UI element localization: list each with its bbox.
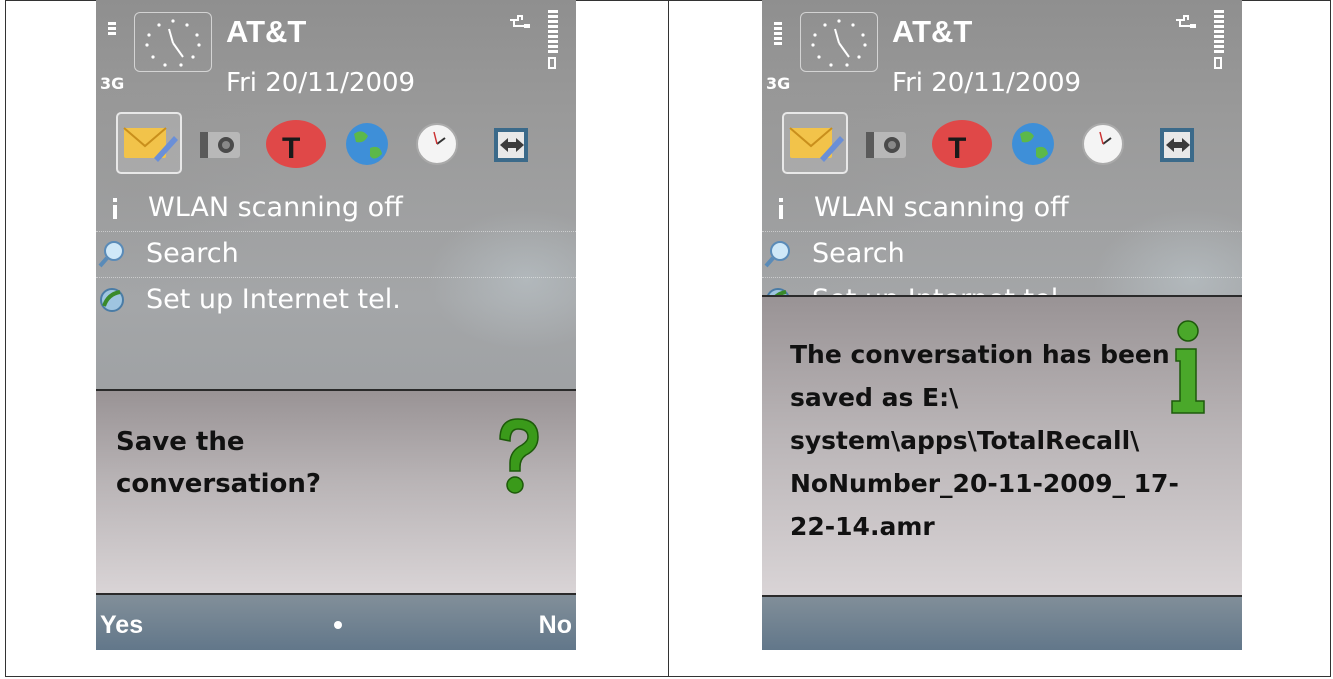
shortcut-bar: T xyxy=(116,112,556,174)
phone-screen-left: 3G AT&T Fri 20/11/2009 T WLAN scanning o… xyxy=(96,0,576,650)
softkey-bar: Yes No xyxy=(96,597,576,650)
network-type: 3G xyxy=(766,74,791,93)
clock-icon[interactable] xyxy=(412,118,462,168)
dialog-message: The conversation has been saved as E:\ s… xyxy=(790,340,1179,541)
connectivity-icon xyxy=(510,15,530,28)
search-icon xyxy=(764,241,790,268)
messaging-icon[interactable] xyxy=(782,112,848,174)
svg-text:T: T xyxy=(948,132,966,165)
date-label: Fri 20/11/2009 xyxy=(226,68,416,98)
info-small-icon xyxy=(113,198,117,219)
dialog-message: Save the conversation? xyxy=(116,427,322,499)
internet-tel-label: Set up Internet tel. xyxy=(146,284,401,315)
shortcut-bar: T xyxy=(782,112,1222,174)
camera-icon[interactable] xyxy=(862,118,912,168)
transfer-icon[interactable] xyxy=(1152,118,1202,168)
question-mark-icon xyxy=(499,418,539,494)
t-app-icon[interactable]: T xyxy=(932,118,992,168)
camera-icon[interactable] xyxy=(196,118,246,168)
messaging-icon[interactable] xyxy=(116,112,182,174)
list-item-wlan[interactable]: WLAN scanning off xyxy=(96,186,576,232)
battery-icon xyxy=(1214,10,1224,69)
confirmation-dialog: Save the conversation? xyxy=(96,389,576,595)
battery-icon xyxy=(548,10,558,69)
transfer-icon[interactable] xyxy=(486,118,536,168)
yes-softkey[interactable]: Yes xyxy=(100,611,143,640)
t-app-icon[interactable]: T xyxy=(266,118,326,168)
search-label: Search xyxy=(812,238,905,269)
no-softkey[interactable]: No xyxy=(539,611,572,640)
clock-icon[interactable] xyxy=(1078,118,1128,168)
info-small-icon xyxy=(779,198,783,219)
column-divider xyxy=(668,0,669,677)
internet-tel-icon xyxy=(100,288,124,312)
network-type: 3G xyxy=(100,74,125,93)
clock-widget[interactable] xyxy=(800,12,878,72)
list-item-wlan[interactable]: WLAN scanning off xyxy=(762,186,1242,232)
carrier-name: AT&T xyxy=(226,14,307,49)
search-icon xyxy=(98,241,124,268)
web-globe-icon[interactable] xyxy=(1008,118,1058,168)
list-item-internet-tel[interactable]: Set up Internet tel. xyxy=(96,278,576,324)
wlan-label: WLAN scanning off xyxy=(148,192,403,223)
search-label: Search xyxy=(146,238,239,269)
info-dialog: The conversation has been saved as E:\ s… xyxy=(762,295,1242,597)
list-item-search[interactable]: Search xyxy=(762,232,1242,278)
web-globe-icon[interactable] xyxy=(342,118,392,168)
phone-screen-right: 3G AT&T Fri 20/11/2009 T WLAN scanning o… xyxy=(762,0,1242,650)
center-key-indicator[interactable] xyxy=(334,621,342,629)
clock-widget[interactable] xyxy=(134,12,212,72)
softkey-bar xyxy=(762,597,1242,650)
date-label: Fri 20/11/2009 xyxy=(892,68,1082,98)
connectivity-icon xyxy=(1176,15,1196,28)
signal-strength-icon xyxy=(774,22,784,47)
carrier-name: AT&T xyxy=(892,14,973,49)
svg-text:T: T xyxy=(282,132,300,165)
list-item-search[interactable]: Search xyxy=(96,232,576,278)
signal-strength-icon xyxy=(108,22,118,37)
wlan-label: WLAN scanning off xyxy=(814,192,1069,223)
info-icon xyxy=(1171,320,1205,414)
